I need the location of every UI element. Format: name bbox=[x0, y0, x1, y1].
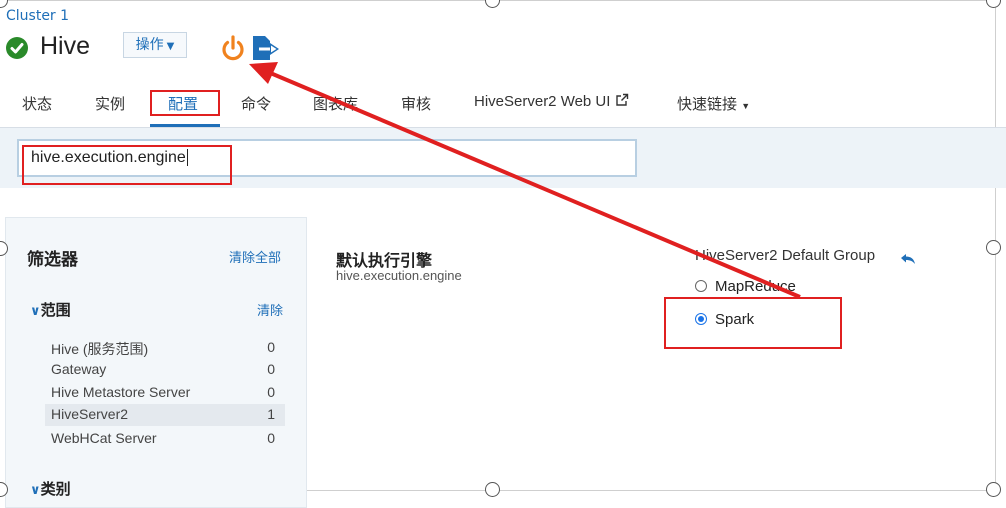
option-mapreduce[interactable]: MapReduce bbox=[695, 278, 796, 295]
actions-label: 操作 bbox=[135, 37, 164, 53]
active-tab-indicator bbox=[150, 124, 220, 127]
category-title: 类别 bbox=[40, 480, 71, 498]
scope-item-metastore[interactable]: Hive Metastore Server 0 bbox=[45, 382, 285, 404]
tab-status[interactable]: 状态 bbox=[22, 93, 52, 114]
resize-handle[interactable] bbox=[986, 0, 1001, 8]
resize-handle[interactable] bbox=[986, 482, 1001, 497]
filter-title: 筛选器 bbox=[27, 250, 78, 270]
scope-item-label: Gateway bbox=[51, 361, 107, 377]
resize-handle[interactable] bbox=[986, 240, 1001, 255]
scope-item-hive-service[interactable]: Hive (服务范围) 0 bbox=[45, 337, 285, 359]
scope-item-count: 1 bbox=[267, 406, 275, 422]
tab-quick-links-label: 快速链接 bbox=[677, 96, 738, 113]
scope-item-label: HiveServer2 bbox=[51, 406, 129, 422]
tab-hiveserver2-webui-label: HiveServer2 Web UI bbox=[474, 93, 611, 110]
power-icon[interactable] bbox=[219, 34, 247, 66]
config-property-key: hive.execution.engine bbox=[336, 268, 462, 283]
caret-down-icon: ▼ bbox=[166, 41, 175, 52]
tab-commands[interactable]: 命令 bbox=[241, 93, 271, 114]
tab-instances[interactable]: 实例 bbox=[95, 93, 125, 114]
external-link-icon bbox=[615, 93, 629, 111]
annotation-box-spark bbox=[664, 297, 842, 349]
tab-charts-library[interactable]: 图表库 bbox=[313, 93, 358, 114]
tab-audits[interactable]: 审核 bbox=[401, 93, 431, 114]
role-group-label: HiveServer2 Default Group bbox=[695, 247, 876, 264]
resize-handle[interactable] bbox=[485, 0, 500, 8]
scope-item-label: Hive (服务范围) bbox=[51, 341, 149, 357]
actions-dropdown-button[interactable]: 操作 ▼ bbox=[123, 32, 187, 58]
scope-item-label: WebHCat Server bbox=[51, 430, 157, 446]
tab-quick-links[interactable]: 快速链接 ▼ bbox=[677, 93, 750, 114]
resize-handle[interactable] bbox=[0, 0, 8, 8]
scope-item-count: 0 bbox=[267, 430, 275, 446]
scope-item-webhcat[interactable]: WebHCat Server 0 bbox=[45, 428, 285, 450]
scope-item-count: 0 bbox=[267, 384, 275, 400]
chevron-down-icon: ∨ bbox=[30, 483, 41, 498]
status-ok-icon bbox=[6, 37, 28, 59]
annotation-box-config-tab bbox=[150, 90, 220, 116]
undo-icon[interactable] bbox=[900, 250, 916, 269]
scope-item-count: 0 bbox=[267, 361, 275, 377]
resize-handle[interactable] bbox=[485, 482, 500, 497]
category-section-toggle[interactable]: ∨类别 bbox=[30, 478, 71, 499]
scope-item-gateway[interactable]: Gateway 0 bbox=[45, 359, 285, 381]
clear-all-filters-link[interactable]: 清除全部 bbox=[229, 247, 281, 266]
option-label: MapReduce bbox=[715, 278, 796, 295]
radio-mapreduce[interactable] bbox=[695, 280, 707, 292]
annotation-box-search bbox=[22, 145, 232, 185]
scope-item-label: Hive Metastore Server bbox=[51, 384, 191, 400]
caret-down-icon: ▼ bbox=[741, 101, 751, 111]
scope-title: 范围 bbox=[40, 301, 71, 319]
scope-section-toggle[interactable]: ∨范围 bbox=[30, 299, 71, 320]
scope-item-hiveserver2[interactable]: HiveServer2 1 bbox=[45, 404, 285, 426]
clear-scope-link[interactable]: 清除 bbox=[257, 300, 283, 319]
chevron-down-icon: ∨ bbox=[30, 304, 41, 319]
export-icon[interactable] bbox=[251, 34, 281, 66]
cluster-link[interactable]: Cluster 1 bbox=[6, 8, 69, 24]
tab-hiveserver2-webui[interactable]: HiveServer2 Web UI bbox=[474, 93, 629, 111]
scope-item-count: 0 bbox=[267, 339, 275, 355]
service-title: Hive bbox=[40, 32, 91, 60]
